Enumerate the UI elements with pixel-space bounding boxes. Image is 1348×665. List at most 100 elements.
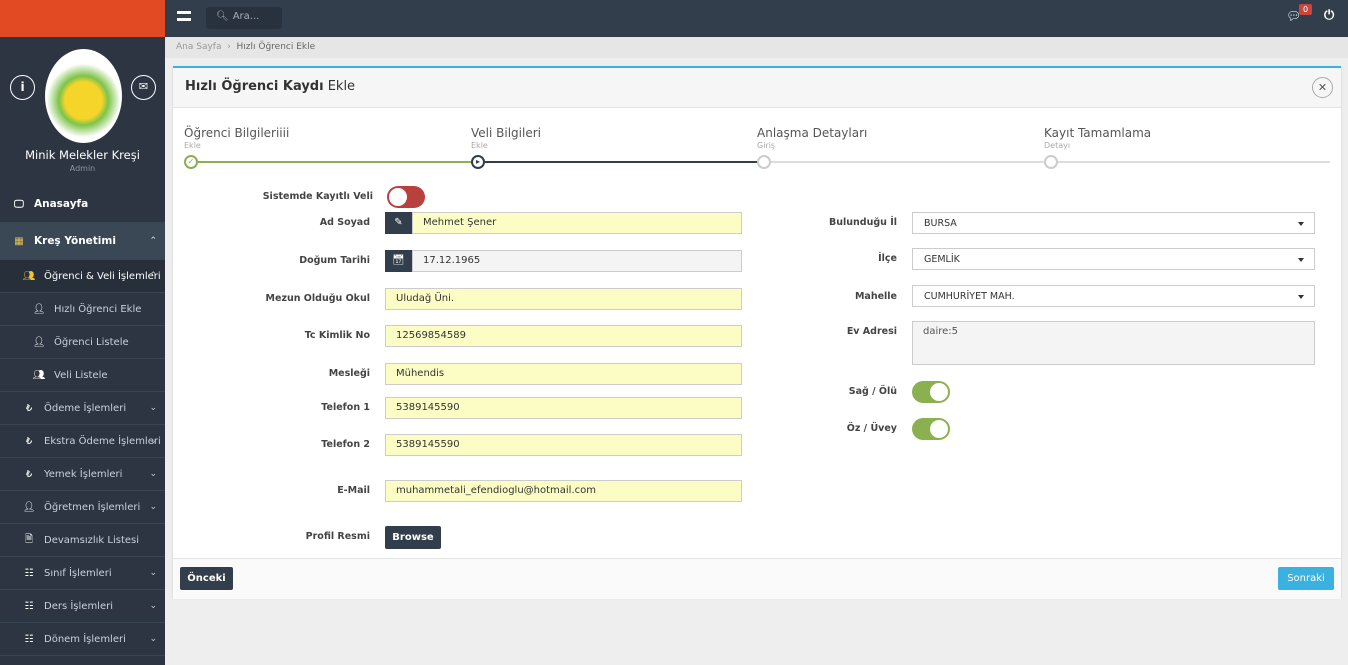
user-icon: 👤︎ xyxy=(22,501,36,513)
job-label: Mesleği xyxy=(328,368,370,379)
sidebar-item-odeme[interactable]: ₺ Ödeme İşlemleri ⌄ xyxy=(0,392,165,425)
step-1[interactable]: Öğrenci Bilgileriiii Ekle xyxy=(184,126,471,150)
school-input[interactable]: Uludağ Üni. xyxy=(385,288,742,310)
users-icon: 👥︎ xyxy=(22,270,36,282)
chevron-up-icon: ⌃ xyxy=(149,236,157,246)
city-label: Bulunduğu İl xyxy=(828,217,897,228)
sidebar-item-yemek[interactable]: ₺ Yemek İşlemleri ⌄ xyxy=(0,458,165,491)
label: Hızlı Öğrenci Ekle xyxy=(54,303,142,315)
notification-badge: 0 xyxy=(1299,4,1313,15)
sidebar-item-ekstra-odeme[interactable]: ₺ Ekstra Ödeme İşlemleri ⌄ xyxy=(0,425,165,458)
step-sub: Detayı xyxy=(1044,141,1071,150)
label: Ödeme İşlemleri xyxy=(44,402,127,414)
step-sub: Ekle xyxy=(184,141,201,150)
birth-input[interactable]: 17.12.1965 xyxy=(412,250,742,272)
panel-footer: Önceki Sonraki xyxy=(173,558,1341,599)
sidebar-item-ders[interactable]: ☷ Ders İşlemleri ⌄ xyxy=(0,590,165,623)
own-label: Öz / Üvey xyxy=(846,423,897,434)
previous-button[interactable]: Önceki xyxy=(180,567,233,590)
step-3[interactable]: Anlaşma Detayları Giriş xyxy=(757,126,1044,150)
neighborhood-label: Mahelle xyxy=(854,291,897,302)
chevron-down-icon: ⌄ xyxy=(149,568,157,578)
topbar: 🔍︎ Ara... 💬︎ 0 ⏻ xyxy=(165,0,1348,37)
sidebar-item-sinif[interactable]: ☷ Sınıf İşlemleri ⌄ xyxy=(0,557,165,590)
name-label: Ad Soyad xyxy=(319,217,370,228)
label: Dönem İşlemleri xyxy=(44,633,126,645)
pencil-icon: ✎ xyxy=(385,212,412,234)
email-input[interactable]: muhammetali_efendioglu@hotmail.com xyxy=(385,480,742,502)
sidebar-item-ogrenci-listele[interactable]: 👤︎ Öğrenci Listele xyxy=(0,326,165,359)
chevron-down-icon: ⌄ xyxy=(149,436,157,446)
check-icon: ✓ xyxy=(184,155,198,169)
job-input[interactable]: Mühendis xyxy=(385,363,742,385)
label: Sınıf İşlemleri xyxy=(44,567,112,579)
registered-parent-label: Sistemde Kayıtlı Veli xyxy=(262,191,373,202)
city-select[interactable]: BURSA xyxy=(912,212,1315,234)
chevron-down-icon: ⌄ xyxy=(149,634,157,644)
breadcrumb: Ana Sayfa › Hızlı Öğrenci Ekle xyxy=(165,37,1348,58)
registered-parent-toggle[interactable] xyxy=(387,186,425,208)
users-icon: 👥︎ xyxy=(32,369,46,381)
label: Ders İşlemleri xyxy=(44,600,114,612)
step-title: Anlaşma Detayları xyxy=(757,126,868,140)
sidebar-item-ogrenci-veli[interactable]: 👥︎ Öğrenci & Veli İşlemleri ⌃ xyxy=(0,260,165,293)
chevron-down-icon: ⌄ xyxy=(149,469,157,479)
search-placeholder: Ara... xyxy=(232,11,260,22)
address-label: Ev Adresi xyxy=(846,326,897,337)
neighborhood-select[interactable]: CUMHURİYET MAH. xyxy=(912,285,1315,307)
building-icon: ▦ xyxy=(14,235,24,247)
school-label: Mezun Olduğu Okul xyxy=(265,293,370,304)
profile-role: Admin xyxy=(69,164,96,173)
sidebar-item-hizli-ogrenci-ekle[interactable]: 👤︎ Hızlı Öğrenci Ekle xyxy=(0,293,165,326)
calendar-icon[interactable]: 📅︎ xyxy=(385,250,412,272)
phone1-input[interactable]: 5389145590 xyxy=(385,397,742,419)
chevron-down-icon: ⌄ xyxy=(149,601,157,611)
mail-icon[interactable]: ✉ xyxy=(131,75,156,100)
browse-button[interactable]: Browse xyxy=(385,526,441,549)
panel-title: Hızlı Öğrenci Kaydı xyxy=(185,79,324,94)
label: Veli Listele xyxy=(54,369,108,381)
label: Ekstra Ödeme İşlemleri xyxy=(44,435,161,447)
address-textarea[interactable]: daire:5 xyxy=(912,321,1315,365)
label: Kreş Yönetimi xyxy=(34,235,116,247)
info-icon[interactable]: i xyxy=(10,75,35,100)
sidebar-item-veli-listele[interactable]: 👥︎ Veli Listele xyxy=(0,359,165,392)
step-title: Öğrenci Bilgileriiii xyxy=(184,126,290,140)
sidebar-item-kres-yonetimi[interactable]: ▦ Kreş Yönetimi ⌃ xyxy=(0,223,165,260)
sidebar: i ✉ Minik Melekler Kreşi Admin 🖵︎ Anasayf… xyxy=(0,37,165,665)
step-dot xyxy=(1044,155,1058,169)
close-button[interactable]: ✕ xyxy=(1312,77,1333,98)
sidebar-nav: 🖵︎ Anasayfa ▦ Kreş Yönetimi ⌃ 👥︎ Öğrenci & V… xyxy=(0,186,165,656)
menu-toggle-icon[interactable] xyxy=(177,11,191,21)
avatar xyxy=(45,49,122,143)
breadcrumb-home[interactable]: Ana Sayfa xyxy=(176,42,221,52)
search-input[interactable]: 🔍︎ Ara... xyxy=(206,7,282,29)
step-2[interactable]: Veli Bilgileri Ekle xyxy=(471,126,758,150)
logo-bar xyxy=(0,0,165,37)
lira-icon: ₺ xyxy=(25,435,33,447)
alive-label: Sağ / Ölü xyxy=(848,386,897,397)
tc-input[interactable]: 12569854589 xyxy=(385,325,742,347)
district-select[interactable]: GEMLİK xyxy=(912,248,1315,270)
phone2-input[interactable]: 5389145590 xyxy=(385,434,742,456)
email-label: E-Mail xyxy=(337,485,370,496)
chevron-up-icon: ⌃ xyxy=(149,271,157,281)
own-toggle[interactable] xyxy=(912,418,950,440)
label: Öğretmen İşlemleri xyxy=(44,501,141,513)
sitemap-icon: ☷ xyxy=(24,633,34,645)
panel-header: Hızlı Öğrenci Kaydı Ekle xyxy=(173,68,1341,108)
progress-line-done xyxy=(191,161,479,163)
progress-line-active xyxy=(479,161,765,163)
alive-toggle[interactable] xyxy=(912,381,950,403)
sidebar-item-donem[interactable]: ☷ Dönem İşlemleri ⌄ xyxy=(0,623,165,656)
power-icon[interactable]: ⏻ xyxy=(1324,8,1334,23)
label: Öğrenci Listele xyxy=(54,336,129,348)
name-input[interactable]: Mehmet Şener xyxy=(412,212,742,234)
step-4[interactable]: Kayıt Tamamlama Detayı xyxy=(1044,126,1331,150)
sidebar-item-devamsizlik[interactable]: 🗎︎ Devamsızlık Listesi xyxy=(0,524,165,557)
profile-name: Minik Melekler Kreşi xyxy=(25,148,140,162)
next-button[interactable]: Sonraki xyxy=(1278,567,1334,590)
step-sub: Ekle xyxy=(471,141,488,150)
sidebar-item-ogretmen[interactable]: 👤︎ Öğretmen İşlemleri ⌄ xyxy=(0,491,165,524)
sidebar-item-anasayfa[interactable]: 🖵︎ Anasayfa xyxy=(0,186,165,223)
